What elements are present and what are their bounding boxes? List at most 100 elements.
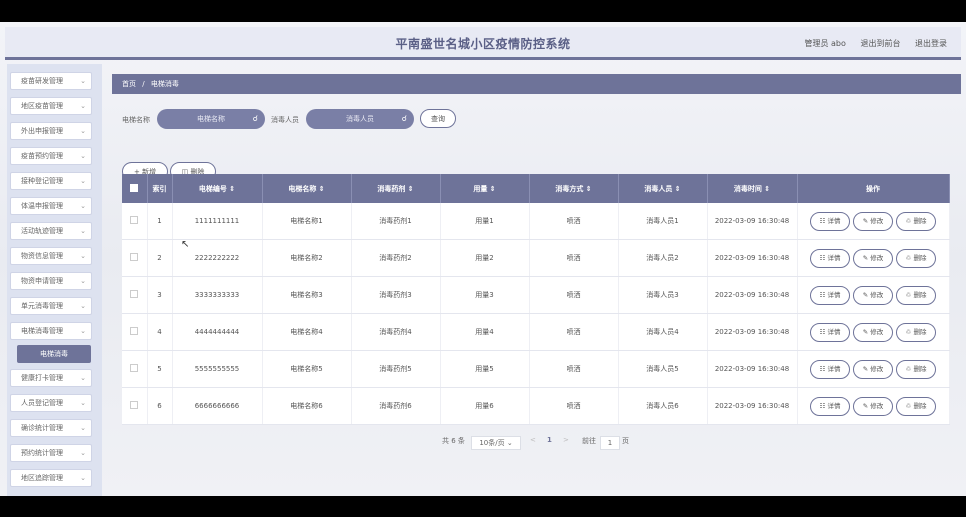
- sidebar-item[interactable]: 活动轨迹管理 ⌄: [10, 222, 92, 240]
- sidebar-item-label: 人员登记管理: [21, 399, 63, 407]
- sidebar-item[interactable]: 预约统计管理 ⌄: [10, 444, 92, 462]
- col-agent[interactable]: 消毒药剂 ⇕: [351, 174, 441, 203]
- disinfector-input[interactable]: 消毒人员 ☌: [306, 109, 414, 129]
- edit-button[interactable]: ✎ 修改: [853, 396, 893, 416]
- delete-button[interactable]: ♲ 删除: [896, 248, 936, 268]
- cell-time: 2022-03-09 16:30:48: [707, 313, 798, 351]
- col-method[interactable]: 消毒方式 ⇕: [529, 174, 619, 203]
- chevron-down-icon: ⌄: [80, 177, 86, 185]
- sidebar-subitem-elevator-disinfection[interactable]: 电梯消毒: [17, 345, 91, 363]
- breadcrumb-home[interactable]: 首页: [122, 80, 136, 88]
- select-all-checkbox[interactable]: [122, 174, 148, 203]
- cell-time: 2022-03-09 16:30:48: [707, 350, 798, 388]
- cell-actions: ☷ 详情 ✎ 修改 ♲ 删除: [797, 276, 950, 314]
- edit-button[interactable]: ✎ 修改: [853, 248, 893, 268]
- breadcrumb: 首页 / 电梯消毒: [112, 74, 961, 94]
- cell-method: 喷洒: [529, 203, 619, 240]
- cell-idx: 2: [147, 239, 173, 277]
- sidebar-item-label: 疫苗研发管理: [21, 77, 63, 85]
- admin-label: 管理员 abo: [804, 39, 846, 48]
- search-icon: ☌: [401, 114, 407, 123]
- chevron-down-icon: ⌄: [506, 439, 513, 447]
- cell-no: 6666666666: [172, 387, 263, 425]
- back-admin-link[interactable]: 退出到前台: [860, 39, 900, 48]
- sidebar-item[interactable]: 疫苗预约管理 ⌄: [10, 147, 92, 165]
- delete-button[interactable]: ♲ 删除: [896, 285, 936, 305]
- prev-page-button[interactable]: <: [530, 436, 536, 444]
- next-page-button[interactable]: >: [563, 436, 569, 444]
- cell-agent: 消毒药剂6: [351, 387, 441, 425]
- logout-link[interactable]: 退出登录: [915, 39, 947, 48]
- sidebar-item[interactable]: 物资申请管理 ⌄: [10, 272, 92, 290]
- row-checkbox[interactable]: [122, 276, 148, 314]
- sidebar-item[interactable]: 外出申报管理 ⌄: [10, 122, 92, 140]
- sidebar-item[interactable]: 物资信息管理 ⌄: [10, 247, 92, 265]
- sidebar-item-label: 地区疫苗管理: [21, 102, 63, 110]
- detail-button[interactable]: ☷ 详情: [810, 396, 850, 416]
- sidebar-item[interactable]: 地区追踪管理 ⌄: [10, 469, 92, 487]
- cell-method: 喷洒: [529, 239, 619, 277]
- detail-button[interactable]: ☷ 详情: [810, 359, 850, 379]
- search-icon: ☌: [252, 114, 258, 123]
- cell-person: 消毒人员1: [618, 203, 708, 240]
- row-checkbox[interactable]: [122, 239, 148, 277]
- query-button[interactable]: 查询: [420, 109, 456, 128]
- chevron-down-icon: ⌄: [80, 227, 86, 235]
- edit-button[interactable]: ✎ 修改: [853, 322, 893, 342]
- detail-button[interactable]: ☷ 详情: [810, 248, 850, 268]
- col-elevator-no[interactable]: 电梯编号 ⇕: [172, 174, 263, 203]
- cell-time: 2022-03-09 16:30:48: [707, 387, 798, 425]
- col-person[interactable]: 消毒人员 ⇕: [618, 174, 708, 203]
- sidebar-item-label: 电梯消毒管理: [21, 327, 63, 335]
- row-checkbox[interactable]: [122, 387, 148, 425]
- page-size-select[interactable]: 10条/页 ⌄: [471, 436, 521, 450]
- page-number[interactable]: 1: [547, 436, 552, 444]
- total-count: 共 6 条: [442, 437, 465, 445]
- cell-actions: ☷ 详情 ✎ 修改 ♲ 删除: [797, 350, 950, 388]
- breadcrumb-separator: /: [142, 80, 145, 88]
- detail-button[interactable]: ☷ 详情: [810, 285, 850, 305]
- cell-time: 2022-03-09 16:30:48: [707, 239, 798, 277]
- cell-method: 喷洒: [529, 350, 619, 388]
- sidebar-item[interactable]: 人员登记管理 ⌄: [10, 394, 92, 412]
- sidebar-item[interactable]: 地区疫苗管理 ⌄: [10, 97, 92, 115]
- sidebar-item-label: 物资信息管理: [21, 252, 63, 260]
- table-row: 4 4444444444 电梯名称4 消毒药剂4 用量4 喷洒 消毒人员4 2022-03-0…: [122, 313, 950, 351]
- cell-name: 电梯名称2: [262, 239, 352, 277]
- goto-input[interactable]: 1: [600, 436, 620, 450]
- col-time[interactable]: 消毒时间 ⇕: [707, 174, 798, 203]
- detail-button[interactable]: ☷ 详情: [810, 322, 850, 342]
- delete-button[interactable]: ♲ 删除: [896, 211, 936, 231]
- sidebar-item[interactable]: 电梯消毒管理 ⌄: [10, 322, 92, 340]
- table-row: 5 5555555555 电梯名称5 消毒药剂5 用量5 喷洒 消毒人员5 2022-03-0…: [122, 350, 950, 388]
- row-checkbox[interactable]: [122, 203, 148, 240]
- sidebar-item[interactable]: 疫苗研发管理 ⌄: [10, 72, 92, 90]
- disinfector-label: 消毒人员: [271, 116, 299, 124]
- row-checkbox[interactable]: [122, 350, 148, 388]
- sidebar-item[interactable]: 体温申报管理 ⌄: [10, 197, 92, 215]
- row-checkbox[interactable]: [122, 313, 148, 351]
- elevator-name-label: 电梯名称: [122, 116, 150, 124]
- col-elevator-name[interactable]: 电梯名称 ⇕: [262, 174, 352, 203]
- chevron-down-icon: ⌄: [80, 474, 86, 482]
- edit-button[interactable]: ✎ 修改: [853, 359, 893, 379]
- cell-no: 3333333333: [172, 276, 263, 314]
- sidebar-item[interactable]: 单元消毒管理 ⌄: [10, 297, 92, 315]
- cell-amount: 用量4: [440, 313, 530, 351]
- detail-button[interactable]: ☷ 详情: [810, 211, 850, 231]
- cell-no: 5555555555: [172, 350, 263, 388]
- sidebar-item[interactable]: 健康打卡管理 ⌄: [10, 369, 92, 387]
- sidebar-item-label: 活动轨迹管理: [21, 227, 63, 235]
- cell-name: 电梯名称5: [262, 350, 352, 388]
- delete-button[interactable]: ♲ 删除: [896, 396, 936, 416]
- data-table: 索引 电梯编号 ⇕ 电梯名称 ⇕ 消毒药剂 ⇕ 用量 ⇕ 消毒方式 ⇕ 消毒人员…: [122, 174, 950, 425]
- delete-button[interactable]: ♲ 删除: [896, 359, 936, 379]
- elevator-name-input[interactable]: 电梯名称 ☌: [157, 109, 265, 129]
- edit-button[interactable]: ✎ 修改: [853, 211, 893, 231]
- edit-button[interactable]: ✎ 修改: [853, 285, 893, 305]
- sidebar-item[interactable]: 确诊统计管理 ⌄: [10, 419, 92, 437]
- cell-agent: 消毒药剂5: [351, 350, 441, 388]
- col-amount[interactable]: 用量 ⇕: [440, 174, 530, 203]
- delete-button[interactable]: ♲ 删除: [896, 322, 936, 342]
- sidebar-item[interactable]: 接种登记管理 ⌄: [10, 172, 92, 190]
